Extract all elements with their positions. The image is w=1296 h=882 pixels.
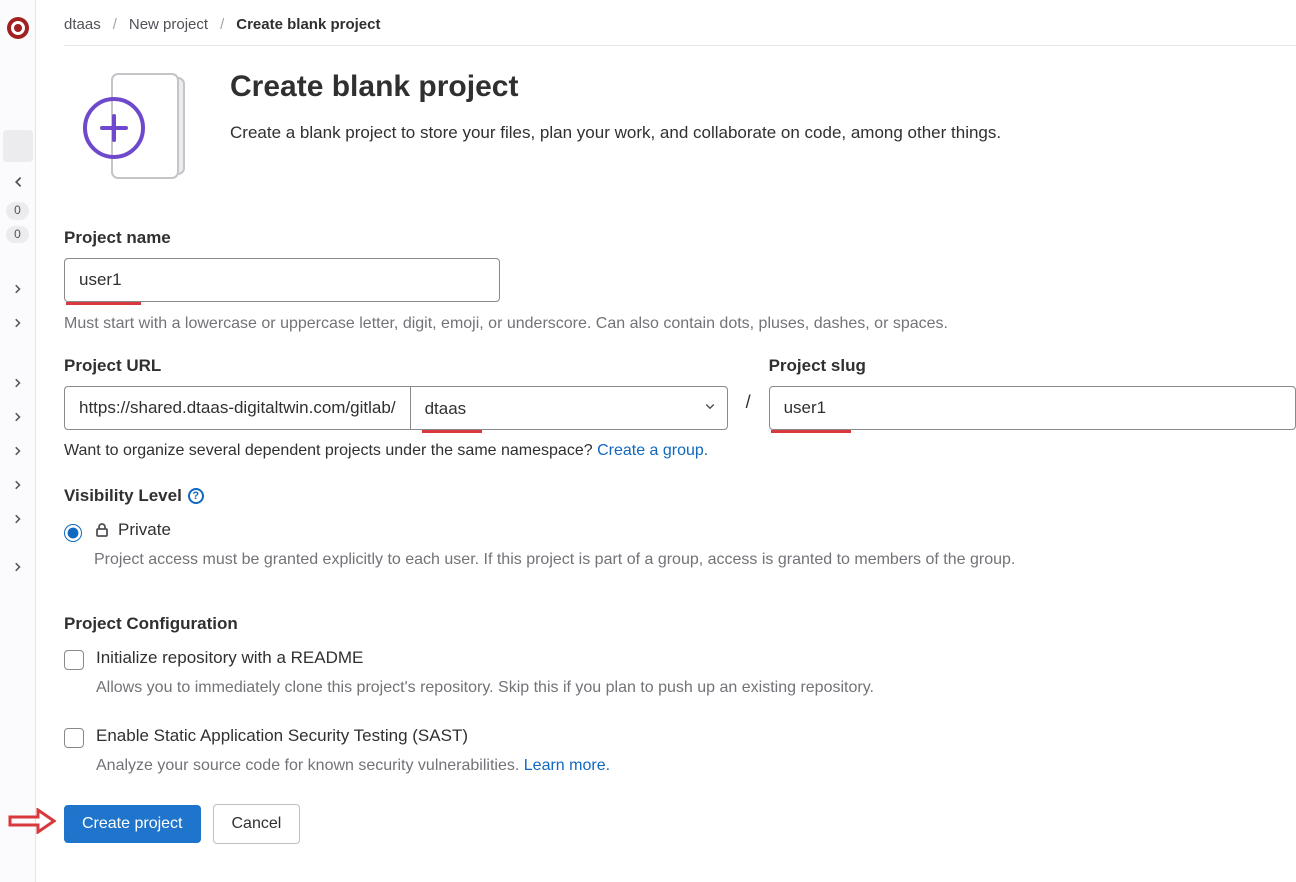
project-name-help: Must start with a lowercase or uppercase… — [64, 312, 1296, 336]
project-name-label: Project name — [64, 228, 1296, 248]
app-logo-icon[interactable] — [6, 16, 30, 40]
project-name-input[interactable] — [64, 258, 500, 302]
blank-project-illustration-icon — [64, 70, 194, 180]
sast-label: Enable Static Application Security Testi… — [96, 726, 468, 746]
readme-label: Initialize repository with a README — [96, 648, 363, 668]
create-project-button[interactable]: Create project — [64, 805, 201, 843]
namespace-help: Want to organize several dependent proje… — [64, 442, 1296, 460]
help-icon[interactable]: ? — [188, 488, 204, 504]
page-title: Create blank project — [230, 70, 1001, 104]
readme-checkbox[interactable] — [64, 650, 84, 670]
lock-icon — [94, 522, 110, 538]
project-slug-group: Project slug — [769, 356, 1296, 430]
visibility-header: Visibility Level ? — [64, 486, 1296, 506]
path-separator: / — [746, 356, 751, 413]
namespace-select[interactable]: dtaas — [410, 386, 728, 430]
project-slug-label: Project slug — [769, 356, 1296, 376]
cancel-button[interactable]: Cancel — [213, 804, 301, 844]
sidebar-expand-item[interactable] — [4, 471, 32, 499]
sidebar-badge[interactable]: 0 — [6, 226, 29, 244]
sast-checkbox[interactable] — [64, 728, 84, 748]
project-url-group: Project URL https://shared.dtaas-digital… — [64, 356, 728, 430]
main-content: dtaas / New project / Create blank proje… — [36, 0, 1296, 882]
sidebar-expand-item[interactable] — [4, 369, 32, 397]
breadcrumb-current: Create blank project — [236, 16, 380, 33]
annotation-arrow-icon — [8, 808, 56, 834]
sidebar-nav-item-active[interactable] — [3, 130, 33, 162]
sidebar-expand-item[interactable] — [4, 437, 32, 465]
breadcrumb: dtaas / New project / Create blank proje… — [64, 16, 1296, 46]
configuration-header: Project Configuration — [64, 614, 1296, 634]
breadcrumb-separator: / — [113, 16, 117, 33]
sidebar-nav-item[interactable] — [3, 54, 33, 86]
sidebar: 0 0 — [0, 0, 36, 882]
readme-option: Initialize repository with a README — [64, 648, 1296, 670]
page-description: Create a blank project to store your fil… — [230, 120, 1001, 146]
page-header: Create blank project Create a blank proj… — [64, 70, 1296, 180]
sast-learn-more-link[interactable]: Learn more. — [524, 757, 610, 774]
sidebar-expand-item[interactable] — [4, 553, 32, 581]
create-group-link[interactable]: Create a group. — [597, 442, 708, 459]
sidebar-expand-item[interactable] — [4, 403, 32, 431]
breadcrumb-link[interactable]: dtaas — [64, 16, 101, 33]
breadcrumb-link[interactable]: New project — [129, 16, 208, 33]
visibility-private-radio[interactable] — [64, 524, 82, 542]
sidebar-collapse-toggle[interactable] — [4, 168, 32, 196]
visibility-private-description: Project access must be granted explicitl… — [94, 548, 1296, 572]
visibility-private-label: Private — [118, 520, 171, 540]
annotation-underline — [66, 302, 141, 305]
annotation-underline — [771, 430, 851, 433]
sidebar-nav-item[interactable] — [3, 92, 33, 124]
sidebar-expand-item[interactable] — [4, 505, 32, 533]
project-url-prefix: https://shared.dtaas-digitaltwin.com/git… — [64, 386, 410, 430]
sidebar-expand-item[interactable] — [4, 275, 32, 303]
sast-description: Analyze your source code for known secur… — [96, 754, 1296, 778]
sast-option: Enable Static Application Security Testi… — [64, 726, 1296, 748]
breadcrumb-separator: / — [220, 16, 224, 33]
readme-description: Allows you to immediately clone this pro… — [96, 676, 1296, 700]
url-slug-row: Project URL https://shared.dtaas-digital… — [64, 356, 1296, 430]
project-url-label: Project URL — [64, 356, 728, 376]
sidebar-badge[interactable]: 0 — [6, 202, 29, 220]
visibility-private-option: Private — [64, 520, 1296, 542]
form-actions: Create project Cancel — [64, 804, 1296, 844]
annotation-underline — [422, 430, 482, 433]
project-slug-input[interactable] — [769, 386, 1296, 430]
sidebar-expand-item[interactable] — [4, 309, 32, 337]
project-name-group: Project name Must start with a lowercase… — [64, 228, 1296, 336]
